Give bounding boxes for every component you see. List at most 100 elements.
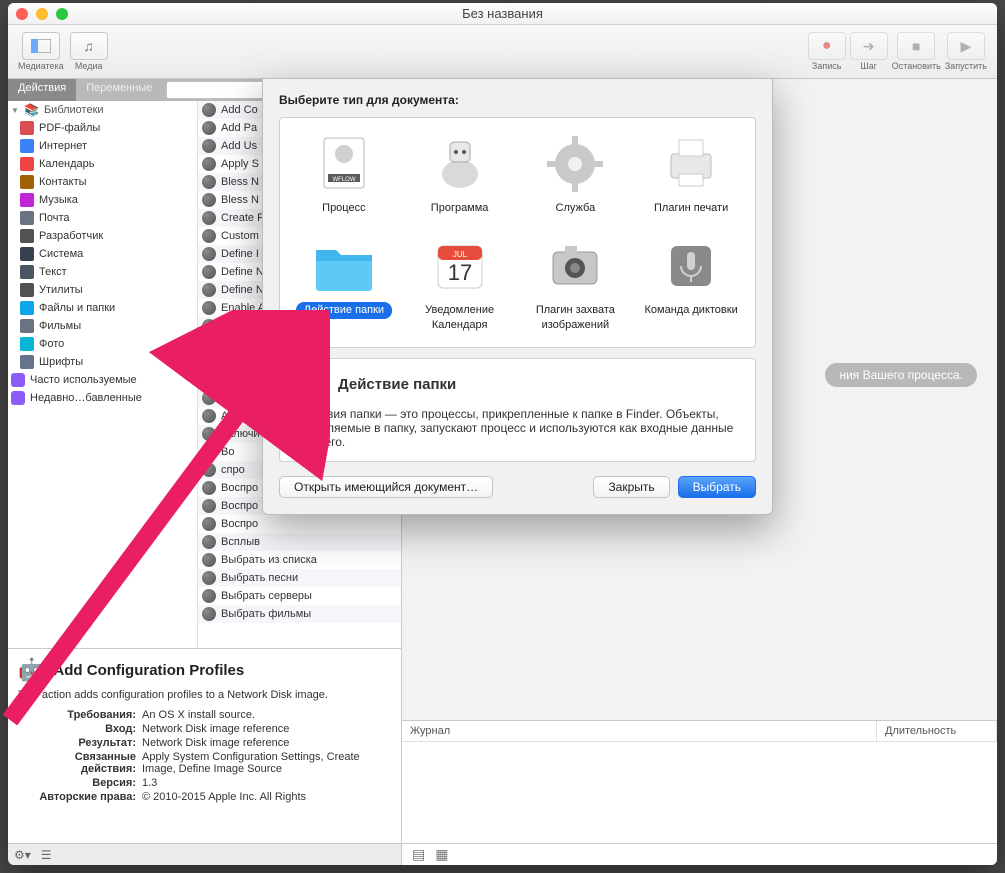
category-item[interactable]: Шрифты bbox=[8, 353, 197, 371]
media-icon: ♫ bbox=[70, 32, 108, 60]
info-value: Apply System Configuration Settings, Cre… bbox=[142, 751, 391, 775]
action-icon bbox=[202, 517, 216, 531]
action-icon bbox=[202, 301, 216, 315]
camera-icon bbox=[541, 234, 609, 296]
wflow-icon: WFLOW bbox=[310, 132, 378, 194]
media-button[interactable]: ♫ Медиа bbox=[70, 32, 108, 71]
play-icon: ▶ bbox=[947, 32, 985, 60]
info-label: Требования: bbox=[18, 709, 136, 721]
action-icon bbox=[202, 103, 216, 117]
doc-type-calendar[interactable]: JUL17Уведомление Календаря bbox=[404, 234, 516, 333]
library-footer: ⚙︎▾ ☰ bbox=[8, 843, 401, 865]
category-smart-item[interactable]: Часто используемые bbox=[8, 371, 197, 389]
category-item[interactable]: Фото bbox=[8, 335, 197, 353]
category-header[interactable]: ▼📚Библиотеки bbox=[8, 101, 197, 119]
action-icon bbox=[202, 193, 216, 207]
journal-view-grid-icon[interactable]: ▦ bbox=[435, 846, 448, 863]
document-type-dialog: Выберите тип для документа: WFLOWПроцесс… bbox=[262, 78, 773, 515]
category-item[interactable]: Разработчик bbox=[8, 227, 197, 245]
category-icon bbox=[20, 355, 34, 369]
info-label: Версия: bbox=[18, 777, 136, 789]
info-value: © 2010-2015 Apple Inc. All Rights bbox=[142, 791, 391, 803]
category-smart-item[interactable]: Недавно…бавленные bbox=[8, 389, 197, 407]
category-item[interactable]: Интернет bbox=[8, 137, 197, 155]
gear-menu-button[interactable]: ⚙︎▾ bbox=[14, 848, 31, 862]
category-item[interactable]: Почта bbox=[8, 209, 197, 227]
category-item[interactable]: Фильмы bbox=[8, 317, 197, 335]
doc-type-camera[interactable]: Плагин захвата изображений bbox=[520, 234, 632, 333]
run-button[interactable]: ▶Запустить bbox=[945, 32, 987, 71]
doc-type-mic[interactable]: Команда диктовки bbox=[635, 234, 747, 333]
dialog-title: Выберите тип для документа: bbox=[279, 93, 756, 107]
workflow-hint: ния Вашего процесса. bbox=[825, 363, 977, 387]
action-icon bbox=[202, 589, 216, 603]
action-icon bbox=[202, 607, 216, 621]
doc-type-wflow[interactable]: WFLOWПроцесс bbox=[288, 132, 400, 216]
action-icon bbox=[202, 247, 216, 261]
action-item[interactable]: Выбрать серверы bbox=[198, 587, 401, 605]
info-label: Вход: bbox=[18, 723, 136, 735]
action-item[interactable]: Выбрать фильмы bbox=[198, 605, 401, 623]
library-toggle-button[interactable]: Медиатека bbox=[18, 32, 64, 71]
category-item[interactable]: Утилиты bbox=[8, 281, 197, 299]
info-value: An OS X install source. bbox=[142, 709, 391, 721]
tab-variables[interactable]: Переменные bbox=[76, 79, 162, 101]
category-icon bbox=[20, 193, 34, 207]
action-item[interactable]: Выбрать песни bbox=[198, 569, 401, 587]
info-label: Авторские права: bbox=[18, 791, 136, 803]
category-item[interactable]: Контакты bbox=[8, 173, 197, 191]
choose-button[interactable]: Выбрать bbox=[678, 476, 756, 498]
record-button[interactable]: ●Запись bbox=[808, 32, 846, 71]
action-icon bbox=[202, 211, 216, 225]
action-info-panel: 🤖Add Configuration Profiles This action … bbox=[8, 648, 401, 843]
category-icon bbox=[20, 175, 34, 189]
tab-actions[interactable]: Действия bbox=[8, 79, 76, 101]
info-value: Network Disk image reference bbox=[142, 737, 391, 749]
category-icon bbox=[20, 157, 34, 171]
category-item[interactable]: Календарь bbox=[8, 155, 197, 173]
action-icon bbox=[202, 373, 216, 387]
step-button[interactable]: ➔Шаг bbox=[850, 32, 888, 71]
action-icon bbox=[202, 409, 216, 423]
journal-col-duration[interactable]: Длительность bbox=[877, 721, 997, 741]
category-icon bbox=[20, 283, 34, 297]
action-icon bbox=[202, 427, 216, 441]
action-icon bbox=[202, 121, 216, 135]
category-item[interactable]: Система bbox=[8, 245, 197, 263]
category-list[interactable]: ▼📚Библиотеки PDF-файлыИнтернетКалендарьК… bbox=[8, 101, 198, 648]
category-icon bbox=[20, 247, 34, 261]
journal-col-log[interactable]: Журнал bbox=[402, 721, 877, 741]
action-icon bbox=[202, 139, 216, 153]
action-icon bbox=[202, 445, 216, 459]
action-item[interactable]: Выбрать из списка bbox=[198, 551, 401, 569]
category-icon bbox=[20, 337, 34, 351]
action-icon bbox=[202, 391, 216, 405]
open-existing-button[interactable]: Открыть имеющийся документ… bbox=[279, 476, 493, 498]
action-icon bbox=[202, 229, 216, 243]
close-dialog-button[interactable]: Закрыть bbox=[593, 476, 669, 498]
info-label: Связанные действия: bbox=[18, 751, 136, 775]
calendar-icon: JUL17 bbox=[426, 234, 494, 296]
category-icon bbox=[20, 301, 34, 315]
category-item[interactable]: Музыка bbox=[8, 191, 197, 209]
stop-button[interactable]: ■Остановить bbox=[892, 32, 941, 71]
action-icon bbox=[202, 175, 216, 189]
category-item[interactable]: Текст bbox=[8, 263, 197, 281]
action-icon bbox=[202, 157, 216, 171]
journal-view-list-icon[interactable]: ▤ bbox=[412, 846, 425, 863]
doc-type-folder[interactable]: Действие папки bbox=[288, 234, 400, 333]
view-list-icon[interactable]: ☰ bbox=[41, 848, 52, 862]
action-item[interactable]: Всплыв bbox=[198, 533, 401, 551]
category-icon bbox=[20, 319, 34, 333]
category-item[interactable]: Файлы и папки bbox=[8, 299, 197, 317]
category-item[interactable]: PDF-файлы bbox=[8, 119, 197, 137]
doc-type-robot[interactable]: Программа bbox=[404, 132, 516, 216]
step-icon: ➔ bbox=[850, 32, 888, 60]
doc-type-printer[interactable]: Плагин печати bbox=[635, 132, 747, 216]
titlebar: Без названия bbox=[8, 3, 997, 25]
action-icon bbox=[202, 553, 216, 567]
doc-type-gear[interactable]: Служба bbox=[520, 132, 632, 216]
folder-icon bbox=[310, 234, 378, 296]
action-item[interactable]: Воспро bbox=[198, 515, 401, 533]
document-type-grid: WFLOWПроцессПрограммаСлужбаПлагин печати… bbox=[279, 117, 756, 348]
